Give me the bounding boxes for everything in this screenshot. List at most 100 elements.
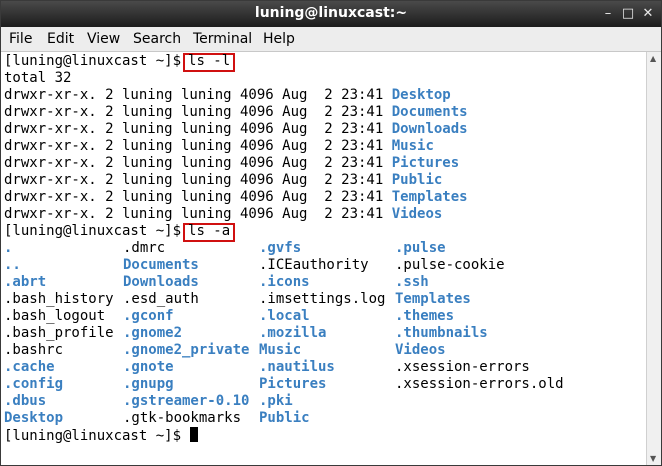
ls-a-row: .bashrc .gnome2_private Music Videos bbox=[4, 342, 644, 359]
file-name: .gtk-bookmarks bbox=[123, 410, 242, 426]
prompt-line: [luning@linuxcast ~]$ bbox=[4, 427, 644, 444]
ls-a-row: .abrt Downloads .icons .ssh bbox=[4, 274, 644, 291]
ls-a-row: .bash_logout .gconf .local .themes bbox=[4, 308, 644, 325]
directory-name: Public bbox=[391, 172, 443, 188]
ls-a-row: .config .gnupg Pictures .xsession-errors.ol… bbox=[4, 376, 644, 393]
directory-name: .mozilla bbox=[259, 325, 327, 341]
prompt-text: [luning@linuxcast ~]$ bbox=[4, 53, 182, 69]
ls-a-row: . .dmrc .gvfs .pulse bbox=[4, 240, 644, 257]
directory-name: .. bbox=[4, 257, 21, 273]
menu-help[interactable]: Help bbox=[263, 31, 295, 47]
ls-a-row: .bash_history .esd_auth .imsettings.log Tem… bbox=[4, 291, 644, 308]
menu-file[interactable]: File bbox=[9, 31, 32, 47]
total-line: total 32 bbox=[4, 70, 72, 86]
directory-name: Videos bbox=[395, 342, 446, 358]
terminal-output[interactable]: [luning@linuxcast ~]$ ls -l total 32 drwxr-… bbox=[4, 53, 644, 463]
file-name: .xsession-errors bbox=[395, 359, 530, 375]
directory-name: Templates bbox=[391, 189, 468, 205]
file-name: .xsession-errors.old bbox=[395, 376, 564, 392]
file-name: .pulse-cookie bbox=[395, 257, 505, 273]
ls-a-row: .dbus .gstreamer-0.10 .pki bbox=[4, 393, 644, 410]
directory-name: Desktop bbox=[391, 87, 451, 103]
directory-name: Music bbox=[259, 342, 302, 358]
directory-name: Downloads bbox=[123, 274, 199, 290]
file-name: .bash_history bbox=[4, 291, 114, 307]
maximize-button[interactable]: □ bbox=[619, 5, 637, 23]
ls-l-row: drwxr-xr-x. 2 luning luning 4096 Aug 2 2… bbox=[4, 189, 644, 206]
file-name: .ICEauthority bbox=[259, 257, 369, 273]
directory-name: Downloads bbox=[391, 121, 468, 137]
directory-name: .nautilus bbox=[259, 359, 335, 375]
ls-l-row: drwxr-xr-x. 2 luning luning 4096 Aug 2 2… bbox=[4, 104, 644, 121]
file-meta: drwxr-xr-x. 2 luning luning 4096 Aug 2 2… bbox=[4, 138, 384, 154]
menu-terminal[interactable]: Terminal bbox=[193, 31, 252, 47]
directory-name: .cache bbox=[4, 359, 55, 375]
file-meta: drwxr-xr-x. 2 luning luning 4096 Aug 2 2… bbox=[4, 87, 384, 103]
file-name: .bash_profile bbox=[4, 325, 114, 341]
ls-l-row: drwxr-xr-x. 2 luning luning 4096 Aug 2 2… bbox=[4, 138, 644, 155]
close-button[interactable]: ✕ bbox=[639, 5, 657, 23]
file-meta: drwxr-xr-x. 2 luning luning 4096 Aug 2 2… bbox=[4, 104, 384, 120]
directory-name: Documents bbox=[391, 104, 468, 120]
file-name: .bash_logout bbox=[4, 308, 106, 324]
file-name: .dmrc bbox=[123, 240, 166, 256]
directory-name: .gstreamer-0.10 bbox=[123, 393, 250, 409]
directory-name: .icons bbox=[259, 274, 310, 290]
window-title: luning@linuxcast:~ bbox=[254, 5, 408, 21]
directory-name: . bbox=[4, 240, 13, 256]
file-meta: drwxr-xr-x. 2 luning luning 4096 Aug 2 2… bbox=[4, 172, 384, 188]
ls-l-row: drwxr-xr-x. 2 luning luning 4096 Aug 2 2… bbox=[4, 87, 644, 104]
directory-name: Music bbox=[391, 138, 434, 154]
directory-name: .gvfs bbox=[259, 240, 302, 256]
ls-a-row: Desktop .gtk-bookmarks Public bbox=[4, 410, 644, 427]
directory-name: .ssh bbox=[395, 274, 429, 290]
file-name: .bashrc bbox=[4, 342, 64, 358]
directory-name: .gnome2_private bbox=[123, 342, 250, 358]
ls-l-row: drwxr-xr-x. 2 luning luning 4096 Aug 2 2… bbox=[4, 206, 644, 223]
directory-name: .gnome2 bbox=[123, 325, 183, 341]
file-name: .esd_auth bbox=[123, 291, 199, 307]
menu-edit[interactable]: Edit bbox=[47, 31, 74, 47]
directory-name: .themes bbox=[395, 308, 455, 324]
directory-name: Public bbox=[259, 410, 310, 426]
directory-name: Desktop bbox=[4, 410, 64, 426]
directory-name: .config bbox=[4, 376, 64, 392]
minimize-button[interactable]: – bbox=[599, 5, 617, 23]
file-name: .imsettings.log bbox=[259, 291, 386, 307]
prompt-text: [luning@linuxcast ~]$ bbox=[4, 428, 182, 444]
ls-l-row: drwxr-xr-x. 2 luning luning 4096 Aug 2 2… bbox=[4, 172, 644, 189]
directory-name: Videos bbox=[391, 206, 443, 222]
file-meta: drwxr-xr-x. 2 luning luning 4096 Aug 2 2… bbox=[4, 155, 384, 171]
ls-a-row: .. Documents .ICEauthority .pulse-cookie bbox=[4, 257, 644, 274]
directory-name: .pki bbox=[259, 393, 293, 409]
directory-name: .local bbox=[259, 308, 310, 324]
directory-name: .dbus bbox=[4, 393, 47, 409]
prompt-line: [luning@linuxcast ~]$ ls -l bbox=[4, 53, 644, 72]
directory-name: .abrt bbox=[4, 274, 47, 290]
ls-a-row: .bash_profile .gnome2 .mozilla .thumbnails bbox=[4, 325, 644, 342]
vertical-scrollbar[interactable]: ▲ ▼ bbox=[646, 52, 661, 465]
title-bar[interactable]: luning@linuxcast:~ – □ ✕ bbox=[1, 1, 661, 27]
directory-name: .gnote bbox=[123, 359, 174, 375]
ls-a-row: .cache .gnote .nautilus .xsession-errors bbox=[4, 359, 644, 376]
menu-view[interactable]: View bbox=[87, 31, 120, 47]
directory-name: .gconf bbox=[123, 308, 174, 324]
scroll-up-icon[interactable]: ▲ bbox=[650, 54, 656, 63]
prompt-text: [luning@linuxcast ~]$ bbox=[4, 223, 182, 239]
terminal-window: luning@linuxcast:~ – □ ✕ File Edit View … bbox=[0, 0, 662, 466]
scroll-down-icon[interactable]: ▼ bbox=[650, 454, 656, 463]
directory-name: .gnupg bbox=[123, 376, 174, 392]
menu-bar: File Edit View Search Terminal Help bbox=[1, 27, 661, 52]
directory-name: Pictures bbox=[259, 376, 327, 392]
directory-name: .thumbnails bbox=[395, 325, 488, 341]
ls-l-row: drwxr-xr-x. 2 luning luning 4096 Aug 2 2… bbox=[4, 121, 644, 138]
file-meta: drwxr-xr-x. 2 luning luning 4096 Aug 2 2… bbox=[4, 189, 384, 205]
directory-name: Documents bbox=[123, 257, 199, 273]
menu-search[interactable]: Search bbox=[133, 31, 181, 47]
text-cursor bbox=[190, 427, 199, 442]
file-meta: drwxr-xr-x. 2 luning luning 4096 Aug 2 2… bbox=[4, 121, 384, 137]
directory-name: Templates bbox=[395, 291, 471, 307]
directory-name: Pictures bbox=[391, 155, 460, 171]
directory-name: .pulse bbox=[395, 240, 446, 256]
ls-l-row: drwxr-xr-x. 2 luning luning 4096 Aug 2 2… bbox=[4, 155, 644, 172]
